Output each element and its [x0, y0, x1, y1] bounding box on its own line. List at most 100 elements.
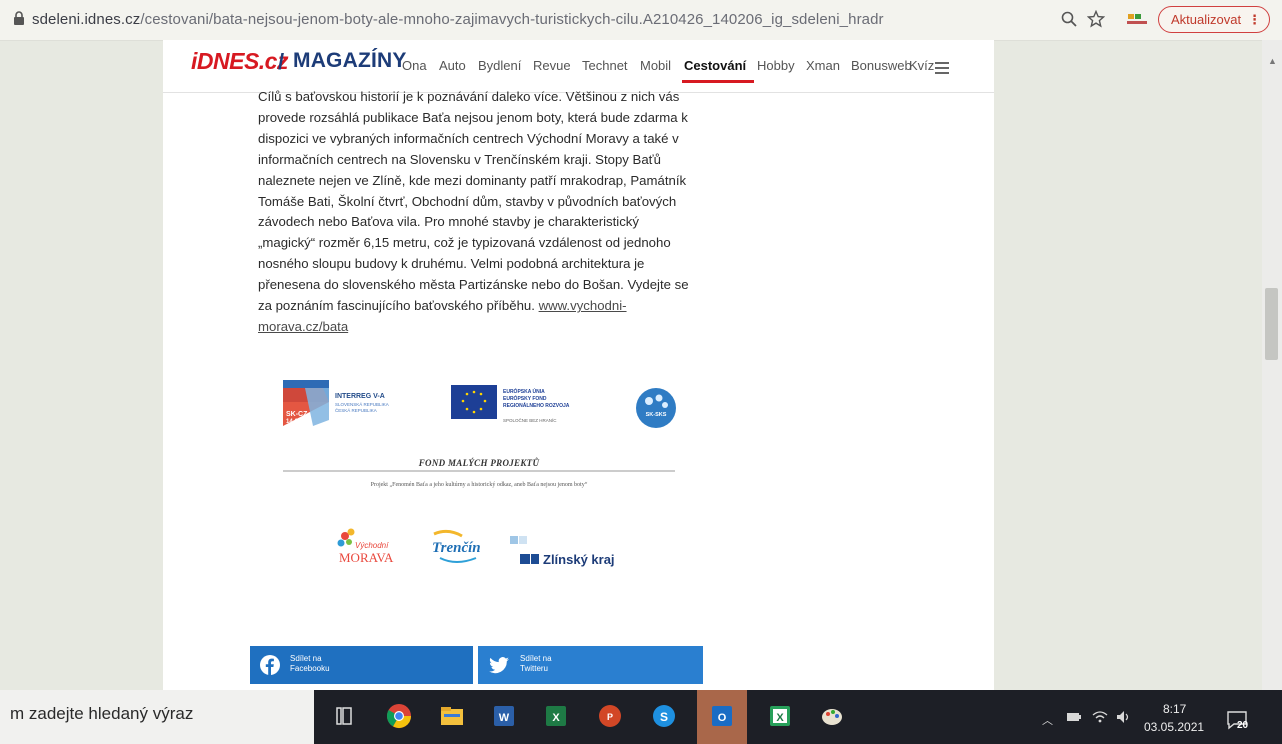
zlinsky-kraj-logo: Zlínský kraj	[510, 536, 615, 567]
outlook-icon[interactable]: O	[708, 702, 736, 730]
article-line: informačních centrech na Slovensku v Tre…	[258, 151, 661, 167]
page-content: iDNES.cz / MAGAZÍNY Ona Auto Bydlení Rev…	[163, 40, 994, 690]
zoom-icon[interactable]	[1060, 10, 1078, 28]
sksk-label: SK-SKS	[646, 412, 667, 418]
interreg-sub1: SLOVENSKÁ REPUBLIKA	[335, 401, 389, 407]
zlin-text: Zlínský kraj	[543, 552, 615, 567]
word-icon[interactable]: W	[490, 702, 518, 730]
idnes-logo[interactable]: iDNES.cz	[191, 48, 288, 75]
lock-icon[interactable]	[13, 11, 25, 26]
nav-mobil[interactable]: Mobil	[640, 58, 671, 73]
share-facebook-button[interactable]: Sdílet na Facebooku	[250, 646, 473, 684]
interreg-years: 14-20	[286, 419, 302, 425]
svg-text:S: S	[660, 710, 668, 724]
svg-text:P: P	[607, 712, 613, 722]
clock-date[interactable]: 03.05.2021	[1144, 720, 1204, 734]
taskbar-search-box[interactable]: m zadejte hledaný výraz	[0, 690, 314, 744]
nav-xman[interactable]: Xman	[806, 58, 840, 73]
svg-text:X: X	[552, 712, 560, 724]
share-twitter-label: Sdílet na Twitteru	[520, 654, 552, 673]
share-twitter-button[interactable]: Sdílet na Twitteru	[478, 646, 703, 684]
sksk-logo: SK-SKS	[636, 388, 676, 428]
bookmark-star-icon[interactable]	[1087, 10, 1105, 28]
nav-ona[interactable]: Ona	[402, 58, 427, 73]
article-line: nosného sloupu budovy k druhému. Velmi p…	[258, 256, 645, 272]
taskbar-search-placeholder: m zadejte hledaný výraz	[10, 704, 194, 723]
section-magaziny[interactable]: MAGAZÍNY	[293, 49, 407, 73]
vychodni-morava-link-continued[interactable]: morava.cz/bata	[258, 319, 348, 334]
nav-kviz[interactable]: Kvíz	[909, 58, 934, 73]
article-line: přenesena do slovenského města Partizáns…	[258, 277, 689, 293]
chrome-icon[interactable]	[385, 702, 413, 730]
interreg-title: INTERREG V-A	[335, 393, 385, 400]
excel-sheet-icon[interactable]: X	[766, 702, 794, 730]
hamburger-menu-icon[interactable]	[935, 62, 949, 77]
taskbar: m zadejte hledaný výraz W X P S O X ︿ 8:…	[0, 690, 1282, 744]
scrollbar-thumb[interactable]	[1265, 288, 1278, 360]
file-explorer-icon[interactable]	[438, 702, 466, 730]
article-line: Tomáše Bati, Školní čtvrť, Obchodní dům,…	[258, 193, 677, 209]
eu-line3: REGIONÁLNEHO ROZVOJA	[503, 402, 570, 409]
url-path: /cestovani/bata-nejsou-jenom-boty-ale-mn…	[140, 11, 884, 28]
interreg-logo: SK-CZ 14-20 INTERREG V-A SLOVENSKÁ REPUB…	[283, 380, 389, 426]
article-line: dispozici ve vybraných informačních cent…	[258, 130, 679, 146]
facebook-icon	[260, 655, 280, 675]
eu-flag-logo: EURÓPSKA ÚNIA EURÓPSKY FOND REGIONÁLNEHO…	[451, 385, 570, 423]
extension-icon[interactable]	[1125, 10, 1149, 28]
update-button-label: Aktualizovat	[1171, 12, 1242, 27]
fond-malych-projektu-title: FOND MALÝCH PROJEKTŮ	[283, 458, 675, 468]
update-button[interactable]: Aktualizovat ⋮	[1158, 6, 1270, 33]
url-field[interactable]: sdeleni.idnes.cz/cestovani/bata-nejsou-j…	[32, 11, 884, 28]
eu-line2: EURÓPSKY FOND	[503, 394, 547, 402]
nav-auto[interactable]: Auto	[439, 58, 466, 73]
svg-text:W: W	[499, 712, 510, 724]
vychodni-morava-logo: Východní MORAVA	[337, 528, 394, 565]
vm-line1: Východní	[355, 541, 389, 550]
menu-dots-icon: ⋮	[1248, 12, 1261, 27]
clock-time[interactable]: 8:17	[1163, 702, 1186, 716]
site-navigation: iDNES.cz / MAGAZÍNY Ona Auto Bydlení Rev…	[163, 40, 994, 93]
svg-text:O: O	[718, 712, 727, 724]
nav-revue[interactable]: Revue	[533, 58, 571, 73]
article-line: „magický“ rozměr 6,15 metru, což je typi…	[258, 235, 671, 251]
skype-icon[interactable]: S	[650, 702, 678, 730]
article-line: morava.cz/bata	[258, 317, 718, 338]
article-line: Cílů s baťovskou historií je k poznávání…	[258, 89, 680, 104]
eu-motto: SPOLOČNE BEZ HRANÍC	[503, 417, 557, 423]
battery-icon[interactable]	[1066, 710, 1082, 724]
tray-expand-icon[interactable]: ︿	[1042, 712, 1053, 728]
project-subtitle: Projekt „Fenomén Baťa a jeho kultúrny a …	[370, 482, 588, 488]
interreg-code: SK-CZ	[286, 411, 308, 418]
wifi-icon[interactable]	[1092, 710, 1108, 724]
address-bar: sdeleni.idnes.cz/cestovani/bata-nejsou-j…	[0, 0, 1282, 41]
article-line: za poznáním fascinujícího baťovského pří…	[258, 296, 718, 317]
nav-technet[interactable]: Technet	[582, 58, 628, 73]
share-facebook-label: Sdílet na Facebooku	[290, 654, 330, 673]
eu-line1: EURÓPSKA ÚNIA	[503, 387, 545, 395]
scrollbar-track[interactable]	[1262, 40, 1282, 690]
task-view-icon[interactable]	[330, 702, 358, 730]
article-line: závodech nebo Baťova vila. Pro mnohé sta…	[258, 214, 639, 230]
powerpoint-icon[interactable]: P	[596, 702, 624, 730]
nav-cestovani[interactable]: Cestování	[684, 58, 746, 73]
nav-bydleni[interactable]: Bydlení	[478, 58, 521, 73]
article-line-text: za poznáním fascinujícího baťovského pří…	[258, 298, 539, 314]
scroll-up-arrow-icon[interactable]: ▲	[1268, 56, 1277, 66]
paint-icon[interactable]	[818, 702, 846, 730]
nav-hobby[interactable]: Hobby	[757, 58, 795, 73]
vm-line2: MORAVA	[339, 550, 394, 565]
article-body: Cílů s baťovskou historií je k poznávání…	[258, 87, 718, 338]
excel-icon[interactable]: X	[542, 702, 570, 730]
notification-count-badge: 20	[1237, 720, 1249, 731]
active-tab-indicator	[682, 80, 754, 83]
article-line: provede rozsáhlá publikace Baťa nejsou j…	[258, 109, 688, 125]
vychodni-morava-link[interactable]: www.vychodni-	[539, 298, 627, 313]
article-line: naleznete nejen ve Zlíně, kde mezi domin…	[258, 172, 687, 188]
volume-icon[interactable]	[1116, 710, 1132, 724]
trencin-text: Trenčín	[432, 540, 481, 556]
logo-separator: /	[278, 49, 285, 74]
nav-bonusweb[interactable]: Bonusweb	[851, 58, 912, 73]
interreg-sub2: ČESKÁ REPUBLIKA	[335, 407, 377, 413]
svg-text:X: X	[776, 712, 784, 724]
twitter-icon	[489, 657, 509, 674]
